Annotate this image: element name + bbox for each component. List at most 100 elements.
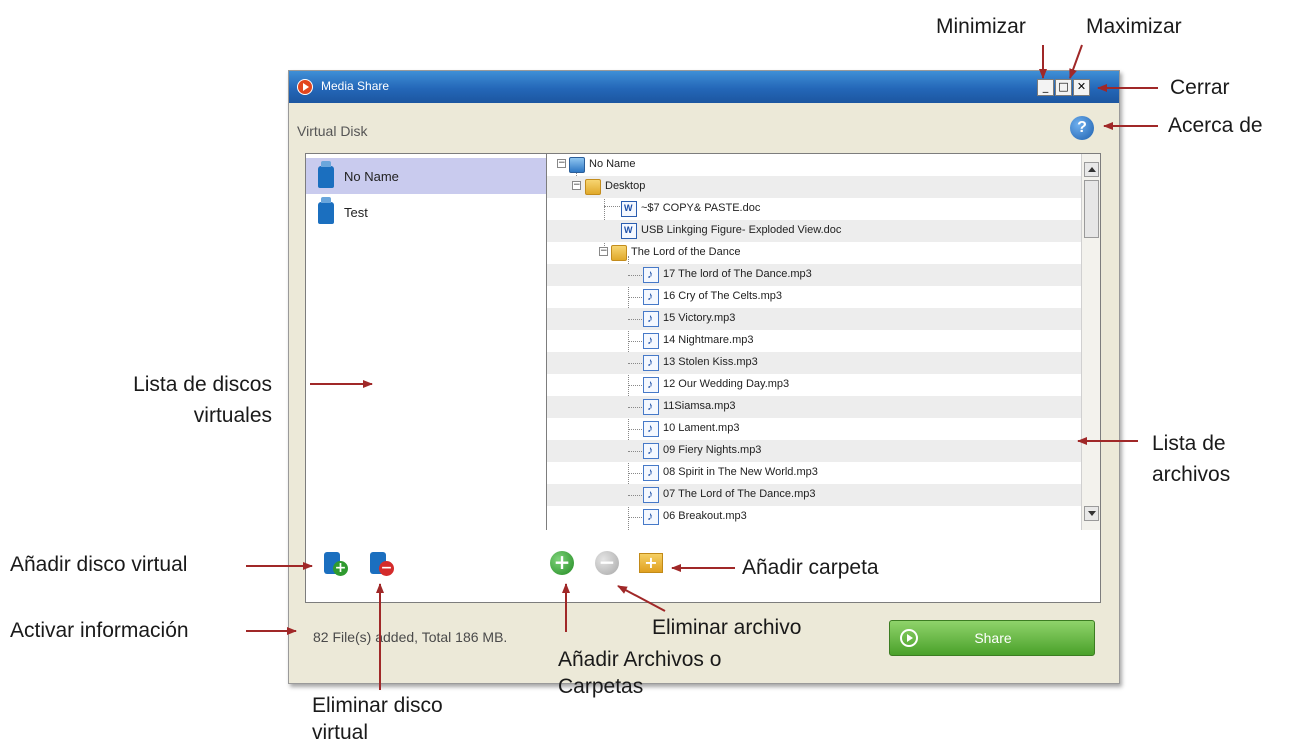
tree-label: 12 Our Wedding Day.mp3 <box>663 378 790 390</box>
disk-label: Test <box>344 205 368 220</box>
scrollbar-thumb[interactable] <box>1084 180 1099 238</box>
tree-connector <box>628 385 642 386</box>
tree-row-track[interactable]: 11Siamsa.mp3 <box>547 396 1081 418</box>
annotation-disk-list-2: virtuales <box>193 404 272 427</box>
annotation-add-folder: Añadir carpeta <box>742 556 879 579</box>
maximize-button[interactable]: □ <box>1055 79 1072 96</box>
tree-label: 13 Stolen Kiss.mp3 <box>663 356 758 368</box>
tree-connector <box>628 451 642 452</box>
annotation-about: Acerca de <box>1168 114 1263 137</box>
folder-icon <box>585 179 601 195</box>
collapse-toggle[interactable]: − <box>572 181 581 190</box>
usb-disk-icon <box>318 197 334 224</box>
audio-file-icon <box>643 267 659 283</box>
minus-icon: − <box>379 560 394 576</box>
title-bar[interactable]: Media Share _ □ ✕ <box>289 71 1119 103</box>
disk-label: No Name <box>344 169 399 184</box>
status-info: 82 File(s) added, Total 186 MB. <box>313 629 508 645</box>
delete-file-button[interactable]: − <box>595 551 619 575</box>
vertical-scrollbar[interactable] <box>1081 154 1100 530</box>
tree-label: No Name <box>589 158 636 170</box>
tree-label: 06 Breakout.mp3 <box>663 510 747 522</box>
close-button[interactable]: ✕ <box>1073 79 1090 96</box>
tree-row-file[interactable]: USB Linkging Figure- Exploded View.doc <box>547 220 1081 242</box>
disk-item-test[interactable]: Test <box>306 194 546 230</box>
audio-file-icon <box>643 289 659 305</box>
media-share-window: Media Share _ □ ✕ Virtual Disk ? No Name… <box>288 70 1120 684</box>
tree-label: Desktop <box>605 180 646 192</box>
add-files-button[interactable]: + <box>550 551 574 575</box>
collapse-toggle[interactable]: − <box>599 247 608 256</box>
share-button[interactable]: Share <box>889 620 1095 656</box>
tree-row-track[interactable]: 17 The lord of The Dance.mp3 <box>547 264 1081 286</box>
scroll-up-arrow-icon[interactable] <box>1084 162 1099 177</box>
audio-file-icon <box>643 421 659 437</box>
add-folder-button[interactable]: + <box>639 553 663 573</box>
annotation-delete-file: Eliminar archivo <box>652 616 802 639</box>
tree-label: The Lord of the Dance <box>631 246 741 258</box>
tree-row-track[interactable]: 10 Lament.mp3 <box>547 418 1081 440</box>
tree-row-track[interactable]: 06 Breakout.mp3 <box>547 506 1081 528</box>
tree-row-track[interactable]: 09 Fiery Nights.mp3 <box>547 440 1081 462</box>
audio-file-icon <box>643 487 659 503</box>
folder-icon <box>611 245 627 261</box>
audio-file-icon <box>643 333 659 349</box>
audio-file-icon <box>643 509 659 525</box>
tree-row-track[interactable]: 12 Our Wedding Day.mp3 <box>547 374 1081 396</box>
annotation-delete-disk-1: Eliminar disco <box>312 694 443 717</box>
tree-label: 07 The Lord of The Dance.mp3 <box>663 488 816 500</box>
usb-drive-icon <box>569 157 585 173</box>
window-title: Media Share <box>321 79 390 93</box>
tree-label: ~$7 COPY& PASTE.doc <box>641 202 761 214</box>
tree-label: 15 Victory.mp3 <box>663 312 736 324</box>
tree-row-track[interactable]: 08 Spirit in The New World.mp3 <box>547 462 1081 484</box>
tree-row-file[interactable]: ~$7 COPY& PASTE.doc <box>547 198 1081 220</box>
audio-file-icon <box>643 355 659 371</box>
tree-row-desktop[interactable]: − Desktop <box>547 176 1081 198</box>
word-doc-icon <box>621 223 637 239</box>
tree-row-folder[interactable]: − The Lord of the Dance <box>547 242 1081 264</box>
tree-connector <box>628 297 642 298</box>
virtual-disk-list[interactable]: No Name Test <box>306 154 547 530</box>
tree-connector <box>628 341 642 342</box>
disk-item-no-name[interactable]: No Name <box>306 158 546 194</box>
tree-label: 08 Spirit in The New World.mp3 <box>663 466 818 478</box>
scroll-down-arrow-icon[interactable] <box>1084 506 1099 521</box>
delete-virtual-disk-button[interactable]: − <box>368 550 394 576</box>
tree-connector <box>628 473 642 474</box>
tree-row-track[interactable]: 14 Nightmare.mp3 <box>547 330 1081 352</box>
tree-connector <box>628 407 642 408</box>
tree-row-track[interactable]: 13 Stolen Kiss.mp3 <box>547 352 1081 374</box>
tree-connector <box>628 429 642 430</box>
minimize-button[interactable]: _ <box>1037 79 1054 96</box>
about-help-icon[interactable]: ? <box>1070 116 1094 140</box>
annotation-add-files-2: Carpetas <box>558 675 644 698</box>
tree-connector <box>628 517 642 518</box>
plus-icon: + <box>333 560 348 576</box>
tree-row-track[interactable]: 15 Victory.mp3 <box>547 308 1081 330</box>
word-doc-icon <box>621 201 637 217</box>
tree-label: 17 The lord of The Dance.mp3 <box>663 268 812 280</box>
virtual-disk-label: Virtual Disk <box>297 123 368 139</box>
audio-file-icon <box>643 399 659 415</box>
collapse-toggle[interactable]: − <box>557 159 566 168</box>
annotation-add-files-1: Añadir Archivos o <box>558 648 722 671</box>
share-label: Share <box>974 630 1012 646</box>
app-icon <box>297 79 313 95</box>
main-panel: No Name Test − No Name − Desktop W ~$7 C… <box>305 153 1101 603</box>
tree-connector <box>628 495 642 496</box>
tree-label: 14 Nightmare.mp3 <box>663 334 754 346</box>
tree-row-track[interactable]: 07 The Lord of The Dance.mp3 <box>547 484 1081 506</box>
annotation-file-list-2: archivos <box>1152 463 1231 486</box>
tree-row-track[interactable]: 16 Cry of The Celts.mp3 <box>547 286 1081 308</box>
annotation-maximize: Maximizar <box>1086 15 1182 38</box>
annotation-close: Cerrar <box>1170 76 1230 99</box>
audio-file-icon <box>643 443 659 459</box>
annotation-file-list-1: Lista de <box>1152 432 1226 455</box>
tree-connector <box>628 363 642 364</box>
tree-row-root[interactable]: − No Name <box>547 154 1081 176</box>
usb-disk-icon <box>318 161 334 188</box>
audio-file-icon <box>643 311 659 327</box>
file-tree[interactable]: − No Name − Desktop ~$7 COPY& PASTE.doc … <box>547 154 1100 530</box>
add-virtual-disk-button[interactable]: + <box>322 550 348 576</box>
